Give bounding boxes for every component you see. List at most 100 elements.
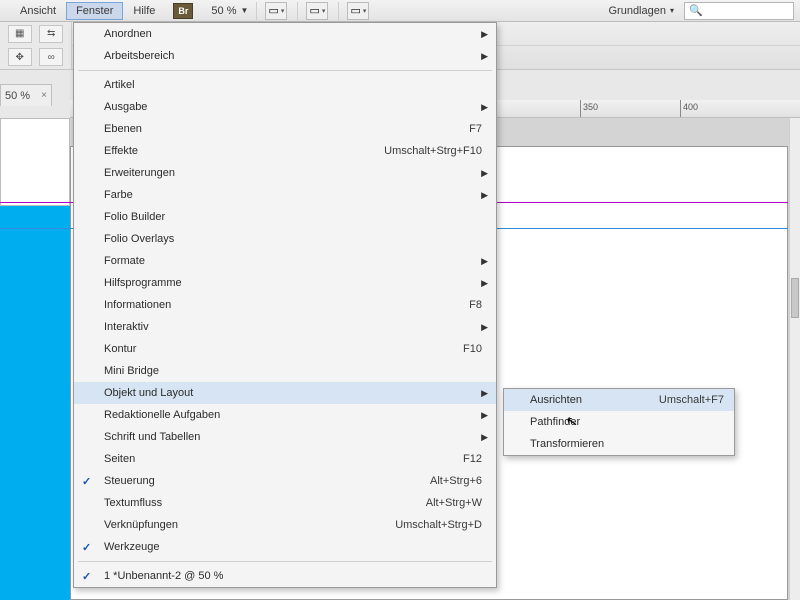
search-input[interactable]: 🔍	[684, 2, 794, 20]
link-icon[interactable]: ⇆	[39, 25, 63, 43]
menu-item-label: Mini Bridge	[104, 365, 486, 377]
menu-item[interactable]: Objekt und Layout▶	[74, 382, 496, 404]
submenu-item-label: Pathfinder	[530, 416, 724, 428]
menu-item[interactable]: Erweiterungen▶	[74, 162, 496, 184]
menu-item[interactable]: Redaktionelle Aufgaben▶	[74, 404, 496, 426]
workspace-label: Grundlagen	[608, 5, 666, 17]
menu-item[interactable]: ✓ SteuerungAlt+Strg+6	[74, 470, 496, 492]
submenu-item-label: Ausrichten	[530, 394, 659, 406]
menu-item[interactable]: SeitenF12	[74, 448, 496, 470]
submenu-arrow-icon: ▶	[481, 51, 488, 62]
menu-item-label: Textumfluss	[104, 497, 426, 509]
control-left: ▦ ⇆ ✥ ∞	[0, 22, 72, 69]
submenu-item[interactable]: Transformieren	[504, 433, 734, 455]
separator	[338, 2, 339, 20]
panel-thumbnail	[0, 118, 70, 206]
screen-mode-button[interactable]: ▭	[265, 2, 287, 20]
menu-item[interactable]: Formate▶	[74, 250, 496, 272]
zoom-value: 50 %	[211, 5, 236, 17]
menu-shortcut: Umschalt+Strg+F10	[384, 145, 482, 157]
menu-item[interactable]: EffekteUmschalt+Strg+F10	[74, 140, 496, 162]
submenu-item[interactable]: Pathfinder	[504, 411, 734, 433]
menu-shortcut: Alt+Strg+6	[430, 475, 482, 487]
bridge-button[interactable]: Br	[173, 3, 193, 19]
menu-shortcut: Umschalt+Strg+D	[395, 519, 482, 531]
menu-item[interactable]: InformationenF8	[74, 294, 496, 316]
separator	[256, 2, 257, 20]
menu-item-label: 1 *Unbenannt-2 @ 50 %	[104, 570, 486, 582]
menu-item[interactable]: Folio Overlays	[74, 228, 496, 250]
submenu-item[interactable]: AusrichtenUmschalt+F7	[504, 389, 734, 411]
menu-item[interactable]: Interaktiv▶	[74, 316, 496, 338]
menu-hilfe[interactable]: Hilfe	[123, 2, 165, 20]
menu-item-label: Kontur	[104, 343, 463, 355]
submenu-arrow-icon: ▶	[481, 432, 488, 443]
document-tab[interactable]: 50 % ×	[0, 84, 52, 106]
submenu-arrow-icon: ▶	[481, 322, 488, 333]
menu-item-label: Verknüpfungen	[104, 519, 395, 531]
zoom-control[interactable]: 50 %▼	[211, 5, 248, 17]
submenu-item-label: Transformieren	[530, 438, 724, 450]
view-options-button[interactable]: ▭	[347, 2, 369, 20]
check-icon: ✓	[82, 475, 91, 488]
menu-fenster[interactable]: Fenster	[66, 2, 123, 20]
submenu-arrow-icon: ▶	[481, 190, 488, 201]
submenu-arrow-icon: ▶	[481, 168, 488, 179]
menu-item[interactable]: Arbeitsbereich▶	[74, 45, 496, 67]
menu-item-label: Artikel	[104, 79, 486, 91]
menu-item[interactable]: Mini Bridge	[74, 360, 496, 382]
menu-separator	[78, 561, 492, 562]
submenu-arrow-icon: ▶	[481, 388, 488, 399]
menu-item-label: Anordnen	[104, 28, 486, 40]
menu-item-label: Folio Overlays	[104, 233, 486, 245]
menu-item[interactable]: Artikel	[74, 74, 496, 96]
fenster-menu: Anordnen▶Arbeitsbereich▶ArtikelAusgabe▶E…	[73, 22, 497, 588]
menu-item-label: Schrift und Tabellen	[104, 431, 486, 443]
close-icon[interactable]: ×	[41, 90, 47, 101]
menu-ansicht[interactable]: Ansicht	[10, 2, 66, 20]
menu-item[interactable]: ✓ Werkzeuge	[74, 536, 496, 558]
menu-item[interactable]: Schrift und Tabellen▶	[74, 426, 496, 448]
menu-shortcut: Alt+Strg+W	[426, 497, 482, 509]
menu-item-label: Ausgabe	[104, 101, 486, 113]
menu-item-label: Erweiterungen	[104, 167, 486, 179]
workspace-switcher[interactable]: Grundlagen▾	[602, 3, 680, 19]
menu-item[interactable]: VerknüpfungenUmschalt+Strg+D	[74, 514, 496, 536]
separator	[297, 2, 298, 20]
submenu-shortcut: Umschalt+F7	[659, 394, 724, 406]
blue-strip	[0, 206, 70, 600]
check-icon: ✓	[82, 541, 91, 554]
anchor-icon[interactable]: ✥	[8, 48, 32, 66]
menu-item-label: Effekte	[104, 145, 384, 157]
menu-separator	[78, 70, 492, 71]
menu-item[interactable]: KonturF10	[74, 338, 496, 360]
menubar: Ansicht Fenster Hilfe Br 50 %▼ ▭ ▭ ▭ Gru…	[0, 0, 800, 22]
arrange-button[interactable]: ▭	[306, 2, 328, 20]
menu-item-label: Steuerung	[104, 475, 430, 487]
menu-item-label: Redaktionelle Aufgaben	[104, 409, 486, 421]
menu-item[interactable]: TextumflussAlt+Strg+W	[74, 492, 496, 514]
scrollbar-thumb[interactable]	[791, 278, 799, 318]
submenu-arrow-icon: ▶	[481, 102, 488, 113]
submenu-arrow-icon: ▶	[481, 410, 488, 421]
menu-item[interactable]: ✓1 *Unbenannt-2 @ 50 %	[74, 565, 496, 587]
menu-item-label: Informationen	[104, 299, 469, 311]
ruler-tick: 400	[680, 100, 698, 118]
menu-shortcut: F10	[463, 343, 482, 355]
menu-item[interactable]: Folio Builder	[74, 206, 496, 228]
menu-item[interactable]: EbenenF7	[74, 118, 496, 140]
menu-item[interactable]: Farbe▶	[74, 184, 496, 206]
submenu-arrow-icon: ▶	[481, 29, 488, 40]
ruler-tick: 350	[580, 100, 598, 118]
chain-icon[interactable]: ∞	[39, 48, 63, 66]
menu-shortcut: F7	[469, 123, 482, 135]
menu-item-label: Werkzeuge	[104, 541, 486, 553]
submenu-arrow-icon: ▶	[481, 278, 488, 289]
menu-item[interactable]: Hilfsprogramme▶	[74, 272, 496, 294]
ref-point-icon[interactable]: ▦	[8, 25, 32, 43]
menu-item[interactable]: Ausgabe▶	[74, 96, 496, 118]
menu-item-label: Seiten	[104, 453, 463, 465]
vertical-scrollbar[interactable]	[789, 118, 800, 600]
menu-item[interactable]: Anordnen▶	[74, 23, 496, 45]
menu-item-label: Interaktiv	[104, 321, 486, 333]
